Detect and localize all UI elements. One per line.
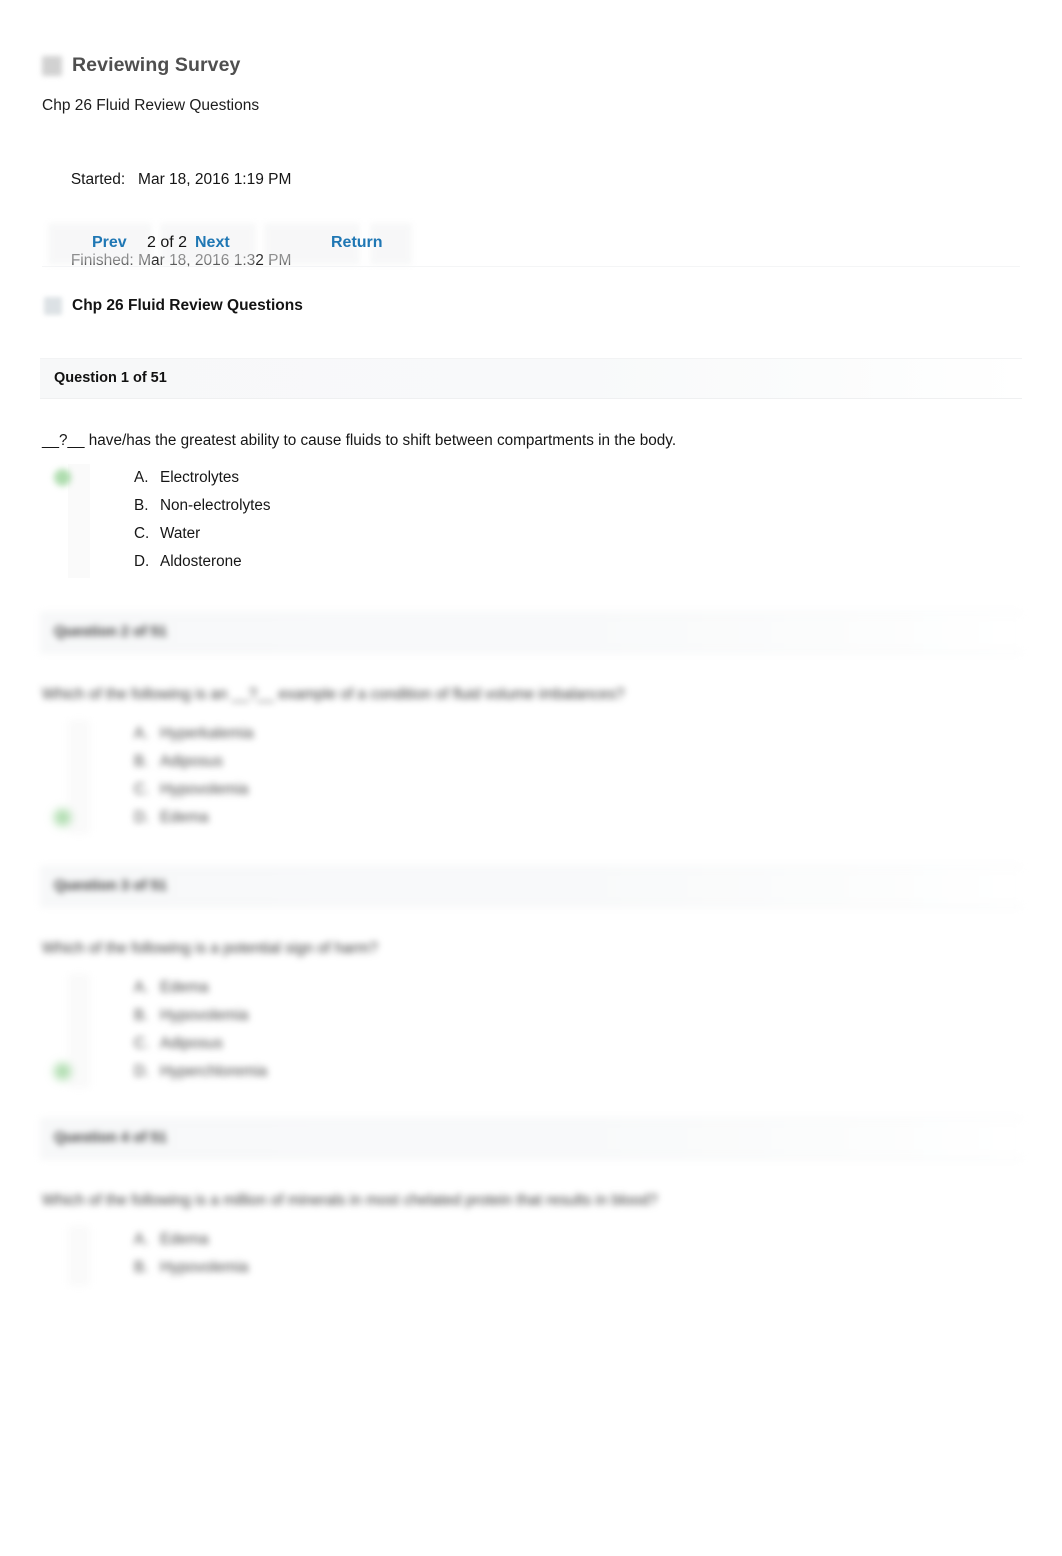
option-letter: A. xyxy=(134,469,149,486)
survey-review-page: Reviewing Survey Chp 26 Fluid Review Que… xyxy=(0,0,1062,1556)
next-link[interactable]: Next xyxy=(195,234,230,252)
option-text: Hypovolemia xyxy=(160,1259,249,1276)
option-row[interactable]: B. Non-electrolytes xyxy=(68,492,271,520)
option-row[interactable]: C. Adiposus xyxy=(68,1030,267,1058)
option-text: Edema xyxy=(160,979,209,996)
question-header-label: Question 2 of 51 xyxy=(54,624,167,640)
option-row[interactable]: A. Edema xyxy=(68,1226,248,1254)
survey-name: Chp 26 Fluid Review Questions xyxy=(42,97,260,114)
option-row[interactable]: C. Water xyxy=(68,520,271,548)
option-letter: B. xyxy=(134,1007,149,1024)
option-row[interactable]: C. Hypovolemia xyxy=(68,776,254,804)
question-options: A. Hyperkalemia B. Adiposus C. Hypovolem… xyxy=(54,720,254,834)
option-letter: A. xyxy=(134,1231,149,1248)
option-text: Edema xyxy=(160,809,209,826)
option-row[interactable]: B. Hypovolemia xyxy=(68,1254,248,1282)
question-options: A. Electrolytes B. Non-electrolytes C. W… xyxy=(54,464,271,578)
option-row[interactable]: A. Electrolytes xyxy=(54,464,271,492)
question-block: Question 2 of 51 Which of the following … xyxy=(40,612,1022,834)
option-letter: D. xyxy=(134,553,150,570)
question-options: A. Edema B. Hypovolemia xyxy=(68,1226,248,1286)
option-text: Adiposus xyxy=(160,1035,223,1052)
assessment-icon xyxy=(44,297,62,315)
option-text: Edema xyxy=(160,1231,209,1248)
question-header-bar: Question 3 of 51 xyxy=(40,866,1022,907)
question-header-label: Question 4 of 51 xyxy=(54,1130,167,1146)
started-label: Started: xyxy=(70,171,126,188)
nav-divider xyxy=(42,266,1020,267)
page-counter: 2 of 2 xyxy=(147,234,188,251)
question-header-bar: Question 2 of 51 xyxy=(40,612,1022,653)
option-row[interactable]: A. Hyperkalemia xyxy=(68,720,254,748)
option-letter: C. xyxy=(134,525,150,542)
option-row[interactable]: B. Adiposus xyxy=(68,748,254,776)
page-header: Reviewing Survey xyxy=(42,54,241,77)
question-text: Which of the following is a potential si… xyxy=(42,940,378,957)
option-text: Non-electrolytes xyxy=(160,497,271,514)
return-link[interactable]: Return xyxy=(331,234,383,252)
option-letter: D. xyxy=(134,1063,150,1080)
question-header-bar: Question 1 of 51 xyxy=(40,358,1022,399)
question-block: Question 4 of 51 Which of the following … xyxy=(40,1118,1022,1286)
option-letter: C. xyxy=(134,781,150,798)
correct-answer-icon xyxy=(54,1063,71,1080)
question-text: Which of the following is a million of m… xyxy=(42,1192,658,1209)
option-row[interactable]: D. Hyperchloremia xyxy=(54,1058,268,1086)
option-text: Aldosterone xyxy=(160,553,242,570)
option-letter: B. xyxy=(134,1259,149,1276)
survey-icon xyxy=(42,55,62,76)
option-text: Adiposus xyxy=(160,753,223,770)
question-text: Which of the following is an __?__ examp… xyxy=(42,686,625,703)
option-text: Electrolytes xyxy=(160,469,240,486)
correct-answer-icon xyxy=(54,469,71,486)
question-options: A. Edema B. Hypovolemia C. Adiposus D. H… xyxy=(54,974,268,1088)
started-row: Started: Mar 18, 2016 1:19 PM xyxy=(45,139,292,220)
correct-answer-icon xyxy=(54,809,71,826)
option-text: Water xyxy=(160,525,201,542)
option-text: Hypovolemia xyxy=(160,781,249,798)
question-block: Question 1 of 51 __?__ have/has the grea… xyxy=(40,358,1022,578)
page-title: Reviewing Survey xyxy=(72,54,241,76)
option-text: Hyperkalemia xyxy=(160,725,254,742)
option-row[interactable]: D. Aldosterone xyxy=(68,548,271,576)
option-letter: A. xyxy=(134,725,149,742)
option-row[interactable]: D. Edema xyxy=(54,804,254,832)
started-value: Mar 18, 2016 1:19 PM xyxy=(138,171,292,188)
section-heading: Chp 26 Fluid Review Questions xyxy=(44,297,303,315)
option-row[interactable]: B. Hypovolemia xyxy=(68,1002,267,1030)
prev-link[interactable]: Prev xyxy=(92,234,127,252)
question-text: __?__ have/has the greatest ability to c… xyxy=(42,432,677,449)
question-header-bar: Question 4 of 51 xyxy=(40,1118,1022,1159)
question-header-label: Question 3 of 51 xyxy=(54,878,167,894)
option-text: Hypovolemia xyxy=(160,1007,249,1024)
option-letter: B. xyxy=(134,753,149,770)
option-letter: C. xyxy=(134,1035,150,1052)
option-letter: D. xyxy=(134,809,150,826)
section-title: Chp 26 Fluid Review Questions xyxy=(72,297,303,314)
option-letter: A. xyxy=(134,979,149,996)
option-row[interactable]: A. Edema xyxy=(68,974,267,1002)
question-navigation-bar: Prev 2 of 2 Next Return xyxy=(42,220,1020,268)
option-letter: B. xyxy=(134,497,149,514)
option-text: Hyperchloremia xyxy=(160,1063,268,1080)
question-header-label: Question 1 of 51 xyxy=(54,370,167,386)
question-block: Question 3 of 51 Which of the following … xyxy=(40,866,1022,1088)
